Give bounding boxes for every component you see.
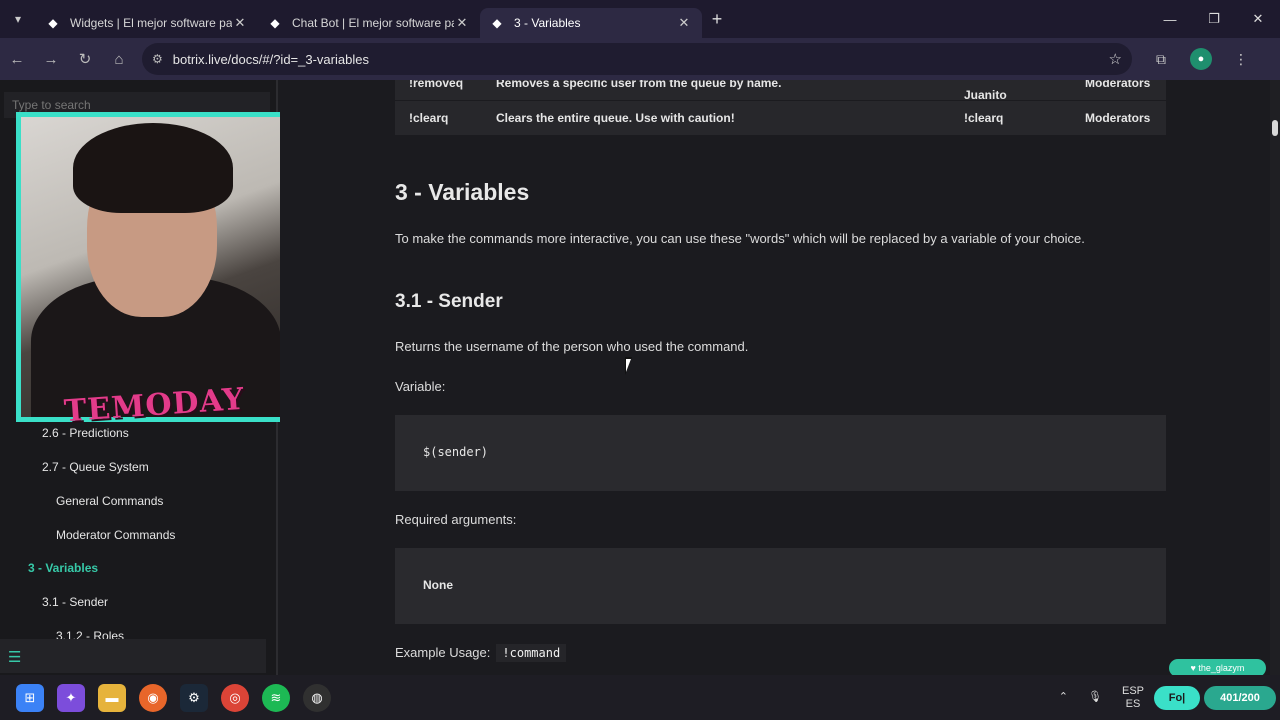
windows-start-icon[interactable]: ⊞ bbox=[16, 683, 44, 712]
home-icon[interactable]: ⌂ bbox=[102, 42, 136, 76]
site-info-icon[interactable]: ⚙ bbox=[152, 52, 163, 66]
required-arguments-block: None bbox=[395, 548, 1166, 624]
bookmark-star-icon[interactable]: ☆ bbox=[1109, 50, 1122, 68]
tab-search-icon[interactable]: ▾ bbox=[0, 0, 36, 38]
window-controls: — ❐ ✕ bbox=[1148, 0, 1280, 38]
language-top: ESP bbox=[1121, 684, 1144, 697]
intro-text: To make the commands more interactive, y… bbox=[395, 231, 1085, 246]
subsection-heading: 3.1 - Sender bbox=[395, 291, 503, 312]
sidebar-item-predictions[interactable]: 2.6 - Predictions bbox=[42, 426, 129, 440]
mouse-cursor-icon bbox=[625, 357, 639, 375]
example-usage: Example Usage: !command bbox=[395, 644, 567, 662]
menu-kebab-icon[interactable]: ⋮ bbox=[1226, 44, 1256, 74]
copilot-icon[interactable]: ✦ bbox=[57, 683, 85, 712]
table-cell-permission: Moderators bbox=[1085, 80, 1151, 90]
tab-chat-bot[interactable]: ◆ Chat Bot | El mejor software pa ✕ bbox=[258, 8, 480, 38]
tab-title: 3 - Variables bbox=[514, 16, 581, 30]
tab-title: Chat Bot | El mejor software pa bbox=[292, 16, 454, 30]
sidebar-item-queue-system[interactable]: 2.7 - Queue System bbox=[42, 460, 149, 474]
table-row: !removeq Removes a specific user from th… bbox=[395, 80, 1166, 102]
close-tab-icon[interactable]: ✕ bbox=[676, 15, 692, 31]
table-cell-description: Clears the entire queue. Use with cautio… bbox=[496, 111, 735, 125]
table-cell-example: !clearq bbox=[964, 111, 1004, 125]
reload-icon[interactable]: ↻ bbox=[68, 42, 102, 76]
language-indicator[interactable]: ESP ES bbox=[1122, 685, 1144, 711]
botrix-favicon-icon: ◆ bbox=[270, 16, 280, 30]
browser-toolbar: ← → ↻ ⌂ ⚙ botrix.live/docs/#/?id=_3-vari… bbox=[0, 38, 1280, 80]
sidebar-toggle-bar: ☰ bbox=[0, 639, 266, 673]
close-window-icon[interactable]: ✕ bbox=[1236, 0, 1280, 38]
steam-icon[interactable]: ⚙ bbox=[180, 683, 208, 712]
table-row: !clearq Clears the entire queue. Use wit… bbox=[395, 101, 1166, 135]
sidebar-item-moderator-commands[interactable]: Moderator Commands bbox=[56, 528, 175, 542]
system-tray: ⌃ 🎙 ESP ES Fo| 401/200 bbox=[1049, 675, 1280, 720]
address-bar[interactable]: ⚙ botrix.live/docs/#/?id=_3-variables ☆ bbox=[142, 43, 1132, 75]
taskbar: ⊞ ✦ ▬ ◉ ⚙ ◎ ≋ ◍ ⌃ 🎙 ESP ES Fo| 401/200 bbox=[0, 675, 1280, 720]
back-icon[interactable]: ← bbox=[0, 42, 34, 76]
webcam-overlay bbox=[16, 112, 290, 422]
tab-strip: ▾ ◆ Widgets | El mejor software pa ✕ ◆ C… bbox=[0, 0, 1280, 38]
close-tab-icon[interactable]: ✕ bbox=[454, 15, 470, 31]
url-text: botrix.live/docs/#/?id=_3-variables bbox=[172, 51, 369, 67]
webcam-person-hair bbox=[73, 123, 233, 213]
hamburger-icon[interactable]: ☰ bbox=[8, 648, 21, 666]
file-explorer-icon[interactable]: ▬ bbox=[98, 683, 126, 712]
chrome-icon[interactable]: ◎ bbox=[221, 683, 249, 712]
table-cell-command: !removeq bbox=[409, 80, 464, 90]
microphone-icon[interactable]: 🎙 bbox=[1088, 691, 1102, 704]
page-scrollbar[interactable] bbox=[1270, 80, 1280, 675]
restore-icon[interactable]: ❐ bbox=[1192, 0, 1236, 38]
variable-label: Variable: bbox=[395, 379, 446, 394]
tab-widgets[interactable]: ◆ Widgets | El mejor software pa ✕ bbox=[36, 8, 258, 38]
sender-description: Returns the username of the person who u… bbox=[395, 339, 749, 354]
forward-icon[interactable]: → bbox=[34, 42, 68, 76]
sidebar-item-general-commands[interactable]: General Commands bbox=[56, 494, 163, 508]
chat-user-name: the_glazym bbox=[1198, 663, 1245, 673]
example-usage-label: Example Usage: bbox=[395, 645, 491, 660]
table-cell-description: Removes a specific user from the queue b… bbox=[496, 80, 782, 90]
variable-code-block: $(sender) bbox=[395, 415, 1166, 491]
variable-code: $(sender) bbox=[423, 445, 489, 459]
botrix-favicon-icon: ◆ bbox=[48, 16, 58, 30]
table-cell-command: !clearq bbox=[409, 111, 449, 125]
follow-goal-label: Fo| bbox=[1154, 685, 1200, 710]
botrix-favicon-icon: ◆ bbox=[492, 16, 502, 30]
spotify-icon[interactable]: ≋ bbox=[262, 683, 290, 712]
firefox-icon[interactable]: ◉ bbox=[139, 683, 167, 712]
required-arguments-label: Required arguments: bbox=[395, 512, 517, 527]
new-tab-button[interactable]: + bbox=[702, 9, 732, 30]
follow-goal-count: 401/200 bbox=[1204, 685, 1276, 710]
scrollbar-thumb[interactable] bbox=[1272, 120, 1278, 136]
close-tab-icon[interactable]: ✕ bbox=[232, 15, 248, 31]
tab-variables[interactable]: ◆ 3 - Variables ✕ bbox=[480, 8, 702, 38]
sidebar-item-variables[interactable]: 3 - Variables bbox=[28, 561, 98, 575]
example-usage-code: !command bbox=[496, 644, 567, 662]
obs-icon[interactable]: ◍ bbox=[303, 683, 331, 712]
tab-title: Widgets | El mejor software pa bbox=[70, 16, 232, 30]
docs-content: !removeq Removes a specific user from th… bbox=[280, 80, 1270, 675]
section-heading: 3 - Variables bbox=[395, 179, 530, 205]
extensions-icon[interactable]: ⧉ bbox=[1146, 44, 1176, 74]
minimize-icon[interactable]: — bbox=[1148, 0, 1192, 38]
table-cell-permission: Moderators bbox=[1085, 111, 1151, 125]
required-arguments-value: None bbox=[423, 578, 453, 592]
profile-avatar[interactable]: ● bbox=[1190, 48, 1212, 70]
tray-chevron-icon[interactable]: ⌃ bbox=[1059, 691, 1068, 704]
table-cell-example: Juanito bbox=[964, 88, 1007, 102]
language-bottom: ES bbox=[1125, 697, 1141, 710]
sidebar-item-sender[interactable]: 3.1 - Sender bbox=[42, 595, 108, 609]
